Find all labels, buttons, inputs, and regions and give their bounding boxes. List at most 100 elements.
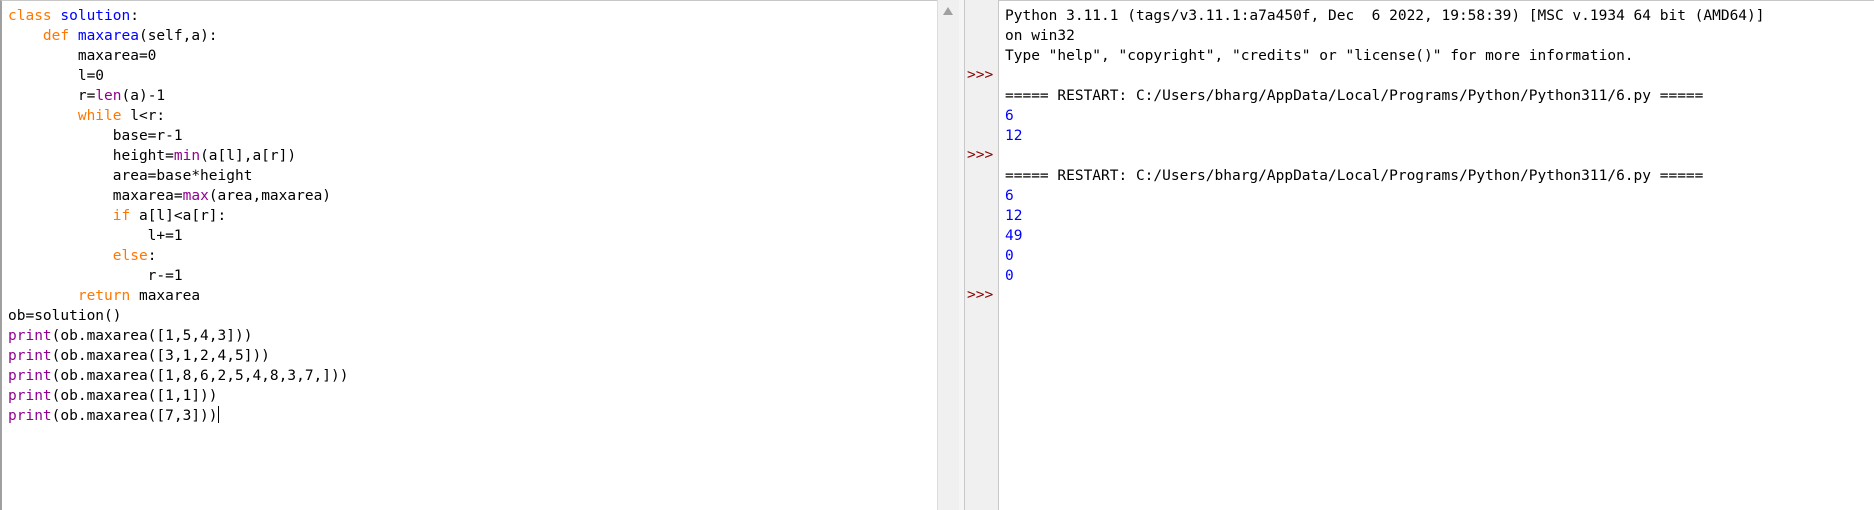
code-token: (ob.maxarea([3,1,2,4,5]))	[51, 348, 270, 364]
gutter-text: >>> >>> >>>	[967, 5, 993, 305]
code-token: (ob.maxarea([1,1]))	[51, 388, 218, 404]
scroll-up-arrow-icon[interactable]	[943, 7, 953, 15]
code-token: (ob.maxarea([7,3]))	[51, 408, 218, 424]
shell-line: 6	[1005, 188, 1014, 204]
code-line: l=0	[8, 66, 348, 86]
code-line: maxarea=max(area,maxarea)	[8, 186, 348, 206]
code-token: solution	[60, 8, 131, 24]
shell-line: 49	[1005, 228, 1023, 244]
code-line: print(ob.maxarea([1,1]))	[8, 386, 348, 406]
code-token: :	[147, 248, 157, 264]
shell-line: ===== RESTART: C:/Users/bharg/AppData/Lo…	[1005, 168, 1704, 184]
code-token: r-=1	[8, 268, 183, 284]
code-token: a[l]<a[r]:	[130, 208, 227, 224]
code-line: l+=1	[8, 226, 348, 246]
code-token: ob=solution()	[8, 308, 122, 324]
gutter-blank	[967, 5, 993, 25]
code-token: l+=1	[8, 228, 183, 244]
code-token: while	[77, 108, 122, 124]
code-line: def maxarea(self,a):	[8, 26, 348, 46]
shell-prompt: >>>	[967, 287, 994, 303]
gutter-blank	[967, 105, 993, 125]
gutter-blank	[967, 225, 993, 245]
code-line: area=base*height	[8, 166, 348, 186]
shell-prompt: >>>	[967, 147, 994, 163]
code-token: (self,a):	[138, 28, 218, 44]
code-line: ob=solution()	[8, 306, 348, 326]
code-token: r=	[8, 88, 96, 104]
code-token: (a[l],a[r])	[200, 148, 297, 164]
code-token: maxarea=0	[8, 48, 157, 64]
code-token: print	[8, 408, 52, 424]
code-line: if a[l]<a[r]:	[8, 206, 348, 226]
code-token: maxarea	[130, 288, 201, 304]
code-line: while l<r:	[8, 106, 348, 126]
code-token: maxarea	[77, 28, 139, 44]
code-token: def	[42, 28, 70, 44]
editor-scrollbar[interactable]	[937, 0, 961, 510]
shell-line: on win32	[1005, 28, 1075, 44]
code-token: (ob.maxarea([1,8,6,2,5,4,8,3,7,]))	[51, 368, 349, 384]
code-token: area=base*height	[8, 168, 253, 184]
code-token: :	[130, 8, 139, 24]
code-token: l<r:	[121, 108, 166, 124]
code-token: else	[112, 248, 148, 264]
code-token: base=r-1	[8, 128, 183, 144]
shell-prompt: >>>	[967, 67, 994, 83]
code-token: min	[173, 148, 201, 164]
shell-text[interactable]: Python 3.11.1 (tags/v3.11.1:a7a450f, Dec…	[1005, 6, 1765, 306]
shell-line: ===== RESTART: C:/Users/bharg/AppData/Lo…	[1005, 88, 1704, 104]
code-line: r=len(a)-1	[8, 86, 348, 106]
code-line: print(ob.maxarea([1,5,4,3]))	[8, 326, 348, 346]
code-token: (ob.maxarea([1,5,4,3]))	[51, 328, 253, 344]
gutter-blank	[967, 125, 993, 145]
code-line: r-=1	[8, 266, 348, 286]
gutter-blank	[967, 45, 993, 65]
code-line: else:	[8, 246, 348, 266]
shell-line: 6	[1005, 108, 1014, 124]
gutter-blank	[967, 205, 993, 225]
code-token: return	[77, 288, 131, 304]
shell-line: 0	[1005, 268, 1014, 284]
python-shell[interactable]: Python 3.11.1 (tags/v3.11.1:a7a450f, Dec…	[999, 0, 1874, 510]
code-editor[interactable]: class solution: def maxarea(self,a): max…	[0, 0, 937, 510]
code-token: print	[8, 368, 52, 384]
shell-line: 12	[1005, 208, 1023, 224]
code-line: print(ob.maxarea([7,3]))	[8, 406, 348, 426]
gutter-blank	[967, 245, 993, 265]
code-line: base=r-1	[8, 126, 348, 146]
editor-text[interactable]: class solution: def maxarea(self,a): max…	[8, 6, 348, 426]
shell-line: Python 3.11.1 (tags/v3.11.1:a7a450f, Dec…	[1005, 8, 1765, 24]
code-token: height=	[8, 148, 174, 164]
code-token: maxarea=	[8, 188, 183, 204]
gutter-blank	[967, 265, 993, 285]
text-cursor	[217, 406, 219, 423]
code-line: class solution:	[8, 6, 348, 26]
code-token: len	[95, 88, 122, 104]
code-line: return maxarea	[8, 286, 348, 306]
gutter-blank	[967, 85, 993, 105]
code-token: print	[8, 388, 52, 404]
code-line: height=min(a[l],a[r])	[8, 146, 348, 166]
shell-line: 0	[1005, 248, 1014, 264]
code-token: (a)-1	[121, 88, 166, 104]
shell-line: 12	[1005, 128, 1023, 144]
code-token: (area,maxarea)	[208, 188, 332, 204]
code-token: l=0	[8, 68, 105, 84]
code-token: if	[112, 208, 131, 224]
shell-prompt-gutter: >>> >>> >>>	[964, 0, 999, 510]
code-token: class	[8, 8, 52, 24]
code-line: print(ob.maxarea([1,8,6,2,5,4,8,3,7,]))	[8, 366, 348, 386]
gutter-blank	[967, 25, 993, 45]
code-token: print	[8, 328, 52, 344]
gutter-blank	[967, 185, 993, 205]
